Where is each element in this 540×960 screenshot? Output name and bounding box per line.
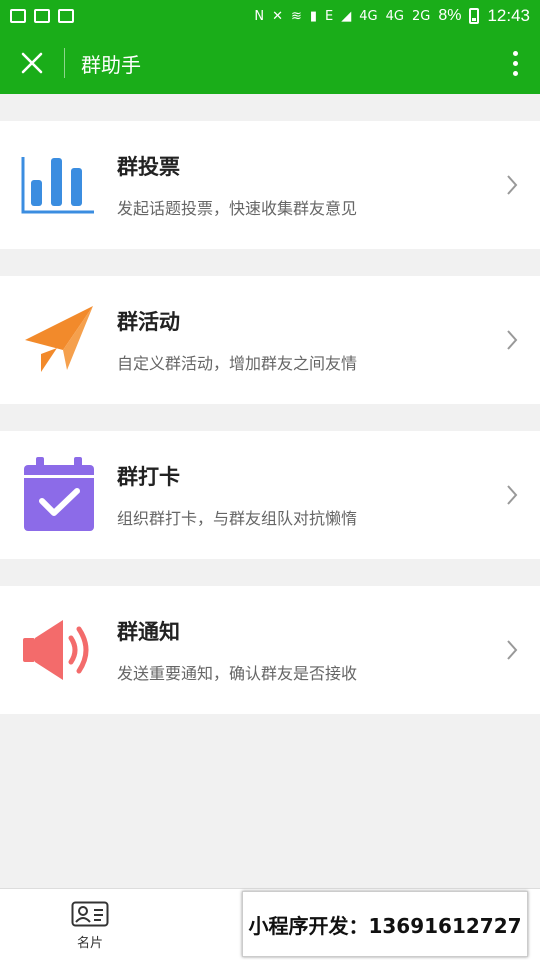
status-bar-right: N ✕ ≋ ▮ E ◢ 4G 4G 2G 8% 12:43 (254, 6, 530, 26)
page-title: 群助手 (81, 52, 141, 77)
clock: 12:43 (487, 6, 530, 25)
calendar-check-icon (23, 457, 94, 531)
status-bar-left (10, 9, 74, 23)
network-label-2g: 2G (411, 8, 431, 24)
signal-icon: ◢ (341, 8, 352, 24)
wifi-icon: ≋ (290, 8, 302, 24)
nav-divider (64, 48, 65, 78)
network-label-4g: 4G (359, 8, 378, 24)
app-notification-icon (34, 9, 50, 23)
status-bar: N ✕ ≋ ▮ E ◢ 4G 4G 2G 8% 12:43 (0, 0, 540, 32)
sim-icon: ▮ (309, 8, 318, 24)
paper-plane-icon (24, 306, 93, 372)
more-dot-icon (512, 70, 518, 76)
gallery-icon (10, 9, 26, 23)
chevron-right-icon (507, 485, 518, 505)
feature-item-notice[interactable]: 群通知 发送重要通知，确认群友是否接收 (0, 586, 540, 714)
bar-chart-icon (21, 157, 94, 214)
network-label-e: E (325, 8, 334, 24)
feature-desc: 发起话题投票，快速收集群友意见 (117, 199, 358, 218)
feature-item-vote[interactable]: 群投票 发起话题投票，快速收集群友意见 (0, 121, 540, 249)
network-label-4g-2: 4G (385, 8, 404, 24)
feature-title: 群通知 (117, 620, 180, 644)
feature-title: 群活动 (117, 310, 180, 334)
more-button[interactable] (490, 32, 540, 94)
tab-business-card[interactable]: 名片 (55, 901, 125, 957)
tab-business-card-label: 名片 (76, 936, 103, 951)
feature-title: 群打卡 (117, 465, 180, 489)
speaker-icon (22, 620, 88, 680)
mute-icon: ✕ (272, 8, 283, 24)
chevron-right-icon (507, 640, 518, 660)
phone-icon (58, 9, 74, 23)
chevron-right-icon (507, 330, 518, 350)
contact-watermark: 小程序开发：13691612727 (242, 891, 528, 957)
feature-item-checkin[interactable]: 群打卡 组织群打卡，与群友组队对抗懒惰 (0, 431, 540, 559)
feature-title: 群投票 (117, 155, 180, 179)
nfc-icon: N (254, 8, 265, 24)
feature-list: 群投票 发起话题投票，快速收集群友意见 群活动 自定义群活动，增加群友之间友情 (0, 121, 540, 741)
more-dot-icon (512, 50, 518, 56)
more-dot-icon (512, 60, 518, 66)
chevron-right-icon (507, 175, 518, 195)
battery-percent: 8% (438, 7, 462, 24)
feature-desc: 发送重要通知，确认群友是否接收 (117, 664, 358, 683)
close-button[interactable] (0, 32, 64, 94)
close-icon (21, 52, 43, 74)
feature-item-activity[interactable]: 群活动 自定义群活动，增加群友之间友情 (0, 276, 540, 404)
feature-desc: 组织群打卡，与群友组队对抗懒惰 (117, 509, 358, 528)
nav-bar: 群助手 (0, 32, 540, 94)
business-card-icon (71, 901, 109, 927)
battery-icon (469, 8, 480, 24)
feature-desc: 自定义群活动，增加群友之间友情 (117, 354, 358, 373)
